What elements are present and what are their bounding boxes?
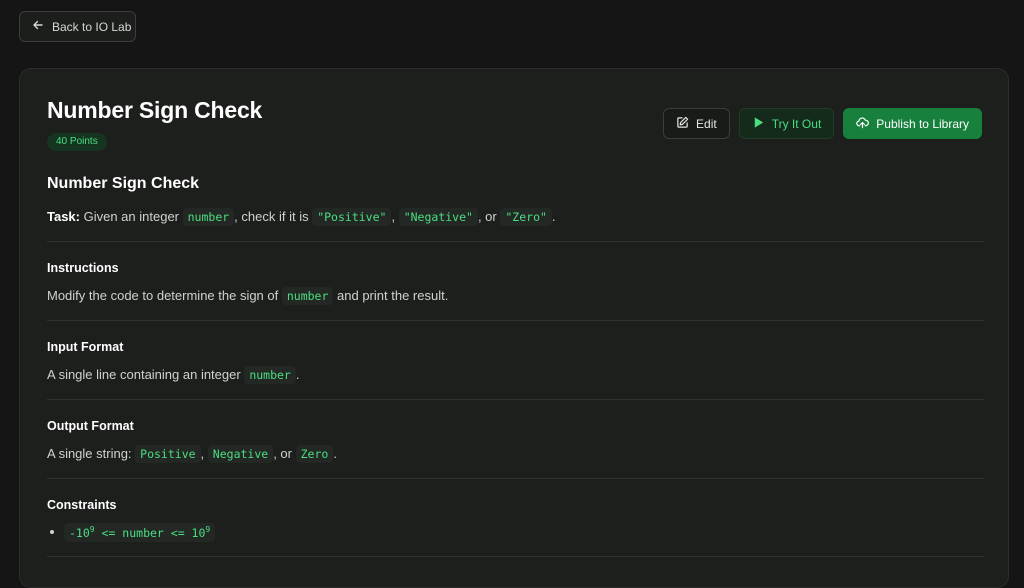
output-format-section: Output Format A single string: Positive,… <box>47 419 984 464</box>
task-text: , check if it is <box>234 209 313 224</box>
points-badge: 40 Points <box>47 133 107 151</box>
code-zero: "Zero" <box>500 208 552 226</box>
code-zero: Zero <box>295 445 334 463</box>
code-positive: "Positive" <box>312 208 392 226</box>
output-format-text-part: , or <box>273 446 292 461</box>
output-format-text: A single string: Positive, Negative, or … <box>47 444 984 464</box>
code-number: number <box>281 287 334 305</box>
back-to-io-lab-button[interactable]: Back to IO Lab <box>19 11 136 42</box>
publish-to-library-button[interactable]: Publish to Library <box>843 108 982 139</box>
output-format-text-part: . <box>333 446 337 461</box>
task-label: Task: <box>47 209 80 224</box>
instructions-text: Modify the code to determine the sign of… <box>47 286 984 306</box>
problem-heading: Number Sign Check <box>47 175 200 192</box>
try-it-out-button[interactable]: Try It Out <box>738 108 835 139</box>
cloud-upload-icon <box>856 116 870 132</box>
problem-content: Number Sign Check Task: Given an integer… <box>47 175 984 576</box>
input-format-text-part: . <box>295 367 300 382</box>
constraint-exponent: 9 <box>205 525 211 534</box>
arrow-left-icon <box>32 19 44 34</box>
output-format-text-part: A single string: <box>47 446 136 461</box>
code-positive: Positive <box>135 445 201 463</box>
page-title: Number Sign Check <box>47 97 263 123</box>
constraints-section: Constraints -109 <= number <= 109 <box>47 498 984 542</box>
input-format-section: Input Format A single line containing an… <box>47 340 984 385</box>
code-negative: Negative <box>207 445 274 463</box>
constraint-part: -10 <box>69 525 90 540</box>
constraint-expression: -109 <= number <= 109 <box>64 523 216 542</box>
play-icon <box>752 116 765 132</box>
back-button-label: Back to IO Lab <box>52 19 132 34</box>
divider <box>47 555 984 557</box>
edit-button-label: Edit <box>696 116 717 131</box>
problem-card: Number Sign Check 40 Points Edit Try It … <box>19 68 1009 588</box>
bullet-icon <box>50 530 54 535</box>
output-format-title: Output Format <box>47 419 134 433</box>
output-format-text-part: , <box>200 446 205 461</box>
task-text: , or <box>477 209 497 224</box>
task-text: Given an integer <box>80 209 183 224</box>
instructions-text-part: Modify the code to determine the sign of <box>47 288 282 303</box>
code-number: number <box>244 366 296 384</box>
action-toolbar: Edit Try It Out Publish to Library <box>663 108 982 139</box>
instructions-title: Instructions <box>47 261 119 275</box>
input-format-title: Input Format <box>47 340 124 354</box>
divider <box>47 320 984 321</box>
edit-button[interactable]: Edit <box>663 108 730 139</box>
input-format-text: A single line containing an integer numb… <box>47 365 984 385</box>
edit-icon <box>676 116 689 132</box>
task-text: , <box>391 209 396 224</box>
task-description: Task: Given an integer number, check if … <box>47 207 984 227</box>
publish-button-label: Publish to Library <box>876 116 969 131</box>
list-item: -109 <= number <= 109 <box>47 523 984 542</box>
code-negative: "Negative" <box>398 208 478 226</box>
code-number: number <box>182 208 235 226</box>
instructions-text-part: and print the result. <box>333 288 449 303</box>
task-text: . <box>551 209 556 224</box>
divider <box>47 478 984 479</box>
constraint-part: <= number <= 10 <box>94 525 206 540</box>
divider <box>47 241 984 242</box>
try-button-label: Try It Out <box>771 116 822 131</box>
divider <box>47 399 984 400</box>
constraints-list: -109 <= number <= 109 <box>47 523 984 542</box>
input-format-text-part: A single line containing an integer <box>47 367 245 382</box>
constraints-title: Constraints <box>47 498 117 512</box>
instructions-section: Instructions Modify the code to determin… <box>47 261 984 306</box>
